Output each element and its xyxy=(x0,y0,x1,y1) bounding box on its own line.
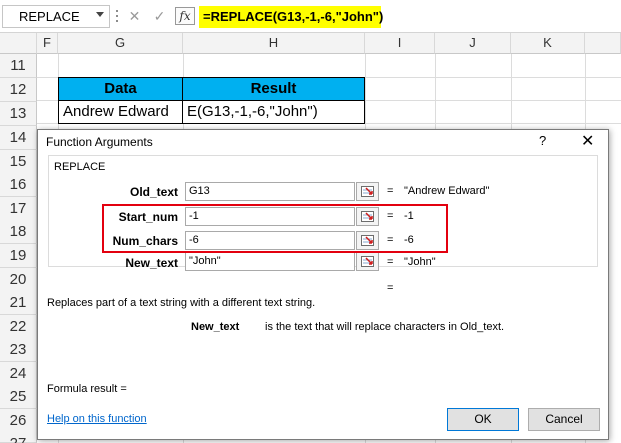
row-header[interactable]: 12 xyxy=(0,78,37,102)
function-description: Replaces part of a text string with a di… xyxy=(47,297,316,309)
new-text-label: New_text xyxy=(125,256,178,270)
row-header[interactable]: 11 xyxy=(0,54,37,78)
column-header-i[interactable]: I xyxy=(365,33,435,54)
formula-input[interactable]: =REPLACE(G13,-1,-6,"John") xyxy=(199,6,383,28)
row-header[interactable]: 26 xyxy=(0,409,37,433)
table-header-result[interactable]: Result xyxy=(182,77,365,101)
collapse-dialog-icon[interactable] xyxy=(356,252,379,271)
old-text-input[interactable]: G13 xyxy=(185,182,355,201)
cell-g13[interactable]: Andrew Edward xyxy=(58,100,183,124)
row-header[interactable]: 23 xyxy=(0,338,37,362)
row-header[interactable]: 21 xyxy=(0,291,37,315)
row-header[interactable]: 18 xyxy=(0,220,37,244)
function-arguments-dialog: Function Arguments ? ✕ REPLACE Old_text … xyxy=(37,129,609,440)
close-button[interactable]: ✕ xyxy=(581,131,594,151)
ok-button[interactable]: OK xyxy=(447,408,519,431)
formula-result: Formula result = xyxy=(47,383,127,395)
help-link[interactable]: Help on this function xyxy=(47,413,147,425)
row-header[interactable]: 13 xyxy=(0,102,37,126)
old-text-result: "Andrew Edward" xyxy=(404,185,490,197)
argument-name: New_text xyxy=(191,321,240,333)
cell-h13[interactable]: E(G13,-1,-6,"John") xyxy=(182,100,365,124)
function-name-label: REPLACE xyxy=(54,161,106,173)
chevron-down-icon[interactable] xyxy=(96,12,104,17)
insert-function-button[interactable]: fx xyxy=(175,7,195,25)
row-header[interactable]: 20 xyxy=(0,268,37,292)
function-result-equals: = xyxy=(387,282,394,294)
row-header[interactable]: 22 xyxy=(0,315,37,339)
new-text-result: "John" xyxy=(404,256,436,268)
collapse-dialog-icon[interactable] xyxy=(356,182,379,201)
column-header-g[interactable]: G xyxy=(58,33,183,54)
highlight-box xyxy=(102,204,448,253)
formula-bar: REPLACE ✕ ✓ fx =REPLACE(G13,-1,-6,"John"… xyxy=(0,0,621,33)
column-header-f[interactable]: F xyxy=(37,33,58,54)
column-header-k[interactable]: K xyxy=(511,33,585,54)
column-header-l[interactable] xyxy=(585,33,621,54)
equals-sign: = xyxy=(387,256,394,268)
row-header[interactable]: 24 xyxy=(0,362,37,386)
table-header-data[interactable]: Data xyxy=(58,77,183,101)
row-header[interactable]: 15 xyxy=(0,150,37,174)
row-header[interactable]: 17 xyxy=(0,197,37,221)
old-text-label: Old_text xyxy=(129,185,178,199)
column-header-h[interactable]: H xyxy=(183,33,365,54)
resize-handle-icon[interactable] xyxy=(116,10,120,24)
name-box[interactable]: REPLACE xyxy=(2,5,110,28)
select-all-corner[interactable] xyxy=(0,33,37,54)
argument-description: is the text that will replace characters… xyxy=(265,321,505,333)
equals-sign: = xyxy=(387,185,394,197)
enter-formula-button[interactable]: ✓ xyxy=(151,7,168,25)
dialog-title: Function Arguments xyxy=(46,135,153,149)
column-header-j[interactable]: J xyxy=(435,33,511,54)
row-header[interactable]: 14 xyxy=(0,126,37,150)
cancel-button[interactable]: Cancel xyxy=(528,408,600,431)
help-button[interactable]: ? xyxy=(539,133,546,148)
new-text-input[interactable]: "John" xyxy=(185,252,355,271)
row-header[interactable]: 27 xyxy=(0,432,37,443)
row-header[interactable]: 19 xyxy=(0,244,37,268)
row-header[interactable]: 25 xyxy=(0,385,37,409)
row-header[interactable]: 16 xyxy=(0,173,37,197)
cancel-formula-button[interactable]: ✕ xyxy=(126,7,143,25)
